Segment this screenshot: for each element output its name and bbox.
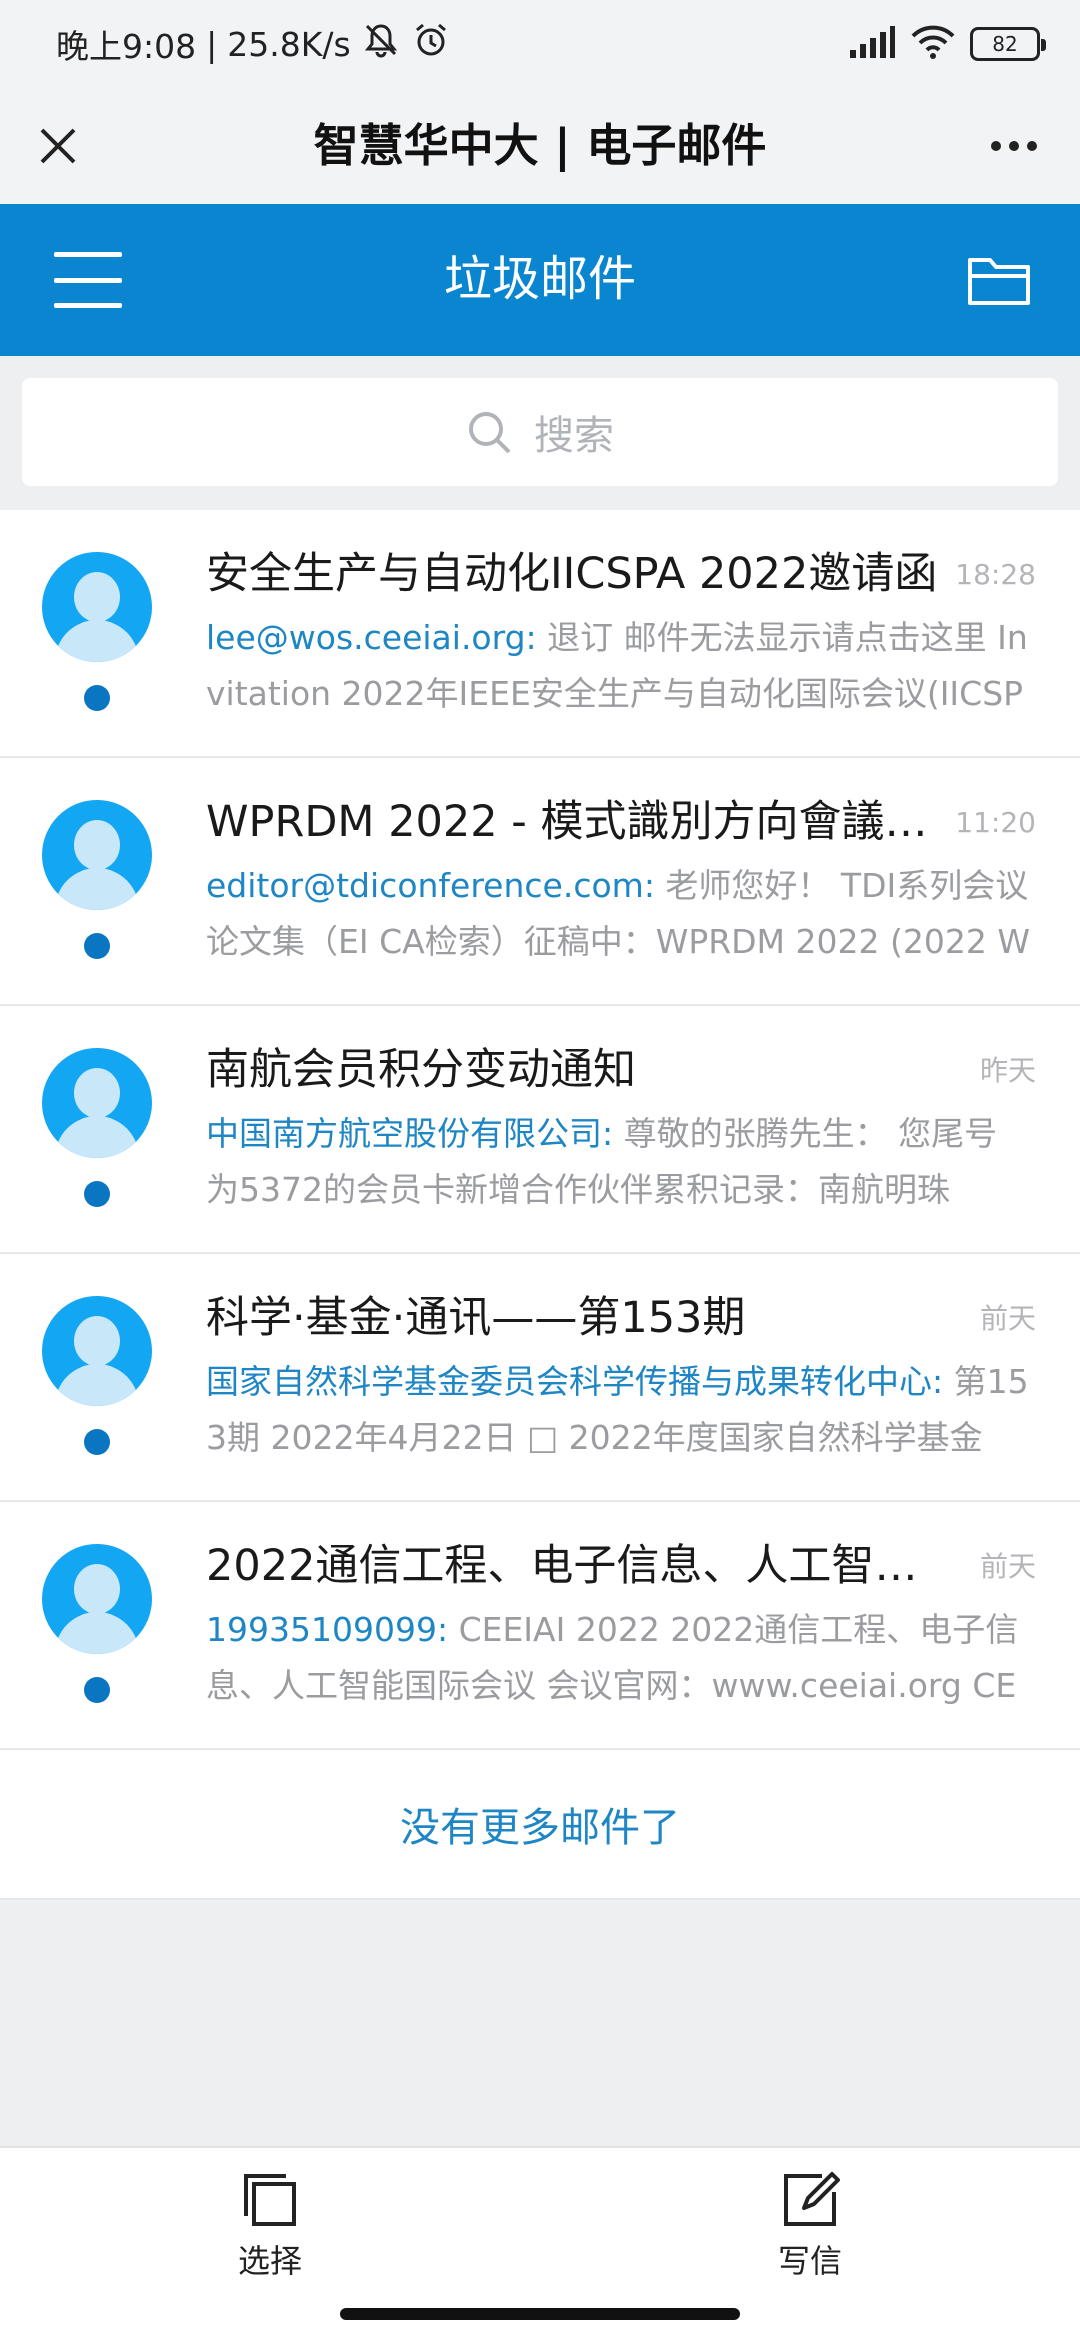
search-input[interactable]: 搜索 [22,378,1058,486]
network-speed: 25.8K/s [227,24,351,64]
status-left: 晚上9:08 | 25.8K/s [56,22,451,66]
avatar-head [74,572,120,622]
menu-icon-line [54,303,122,308]
mini-program-titlebar: 智慧华中大 | 电子邮件 [0,88,1080,204]
search-icon [469,412,511,454]
page-title: 智慧华中大 | 电子邮件 [313,119,767,172]
avatar-head [74,820,120,870]
status-time: 晚上9:08 [56,27,197,66]
mail-item[interactable]: WPRDM 2022 - 模式識別方向會議征稿 11:20 editor@tdi… [0,758,1080,1006]
mail-preview: lee@wos.ceeiai.org: 退订 邮件无法显示请点击这里 Invit… [206,610,1030,730]
avatar-head [74,1316,120,1366]
unread-indicator [84,685,110,711]
search-placeholder: 搜索 [534,413,614,459]
more-icon-dot [1009,141,1019,151]
mail-item[interactable]: 科学·基金·通讯——第153期 前天 国家自然科学基金委员会科学传播与成果转化中… [0,1254,1080,1502]
mail-sender: 国家自然科学基金委员会科学传播与成果转化中心: [206,1362,944,1401]
menu-icon [54,252,122,257]
avatar [42,1296,152,1406]
mail-subject: 安全生产与自动化IICSPA 2022邀请函 [206,549,938,599]
menu-icon-line [54,277,122,283]
mail-preview: 19935109099: CEEIAI 2022 2022通信工程、电子信息、人… [206,1602,1030,1722]
compose-label: 写信 [777,2242,842,2280]
unread-indicator [84,1429,110,1455]
battery-level: 82 [992,32,1018,56]
battery-icon: 82 [970,27,1046,61]
avatar-body [55,1364,139,1406]
no-more-mail-text: 没有更多邮件了 [0,1750,1080,1900]
compose-icon [784,2172,840,2226]
mail-subject: 2022通信工程、电子信息、人工智能国际会议 [206,1541,946,1591]
menu-button[interactable] [50,242,126,318]
mail-time: 11:20 [955,806,1036,839]
folder-title: 垃圾邮件 [443,251,636,307]
more-icon [991,141,1001,151]
select-label: 选择 [237,2242,302,2280]
more-options-button[interactable] [974,116,1054,176]
mail-sender: 中国南方航空股份有限公司: [206,1114,614,1153]
mute-icon [361,20,401,68]
status-separator: | [206,24,218,64]
avatar [42,1048,152,1158]
status-bar: 晚上9:08 | 25.8K/s 82 [0,0,1080,88]
mail-item[interactable]: 南航会员积分变动通知 昨天 中国南方航空股份有限公司: 尊敬的张腾先生： 您尾号… [0,1006,1080,1254]
mail-item[interactable]: 安全生产与自动化IICSPA 2022邀请函 18:28 lee@wos.cee… [0,510,1080,758]
folder-icon [968,258,1030,305]
search-area: 搜索 [0,356,1080,510]
bottom-toolbar: 选择 写信 [0,2146,1080,2296]
home-indicator[interactable] [340,2308,740,2320]
avatar [42,800,152,910]
unread-indicator [84,1677,110,1703]
signal-icon [848,24,896,64]
alarm-icon [411,20,451,68]
folder-header: 垃圾邮件 [0,204,1080,356]
mail-time: 前天 [979,1550,1036,1583]
avatar-body [55,620,139,662]
mail-preview: editor@tdiconference.com: 老师您好！ TDI系列会议论… [206,858,1030,978]
mail-item[interactable]: 2022通信工程、电子信息、人工智能国际会议 前天 19935109099: C… [0,1502,1080,1750]
avatar-head [74,1564,120,1614]
select-button[interactable]: 选择 [170,2168,370,2288]
select-icon [244,2174,296,2226]
avatar-head [74,1068,120,1118]
avatar-body [55,1116,139,1158]
mail-preview: 中国南方航空股份有限公司: 尊敬的张腾先生： 您尾号为5372的会员卡新增合作伙… [206,1106,1030,1226]
mail-sender: editor@tdiconference.com: [206,866,655,905]
avatar [42,552,152,662]
close-icon [40,128,76,164]
avatar-body [55,1612,139,1654]
mail-subject: 南航会员积分变动通知 [206,1045,636,1095]
mail-time: 18:28 [955,558,1036,591]
mail-sender: 19935109099: [206,1610,449,1649]
gesture-area [0,2296,1080,2340]
close-button[interactable] [28,116,88,176]
mail-list: 安全生产与自动化IICSPA 2022邀请函 18:28 lee@wos.cee… [0,510,1080,1900]
folder-button[interactable] [964,246,1034,316]
unread-indicator [84,933,110,959]
compose-button[interactable]: 写信 [710,2168,910,2288]
wifi-icon [910,24,956,64]
unread-indicator [84,1181,110,1207]
more-icon-dot [1027,141,1037,151]
mail-subject: 科学·基金·通讯——第153期 [206,1293,746,1343]
mail-preview: 国家自然科学基金委员会科学传播与成果转化中心: 第153期 2022年4月22日… [206,1354,1030,1474]
mail-sender: lee@wos.ceeiai.org: [206,618,537,657]
mail-subject: WPRDM 2022 - 模式識別方向會議征稿 [206,797,946,847]
avatar [42,1544,152,1654]
mail-time: 昨天 [979,1054,1036,1087]
mail-time: 前天 [979,1302,1036,1335]
avatar-body [55,868,139,910]
status-right: 82 [848,22,1046,66]
